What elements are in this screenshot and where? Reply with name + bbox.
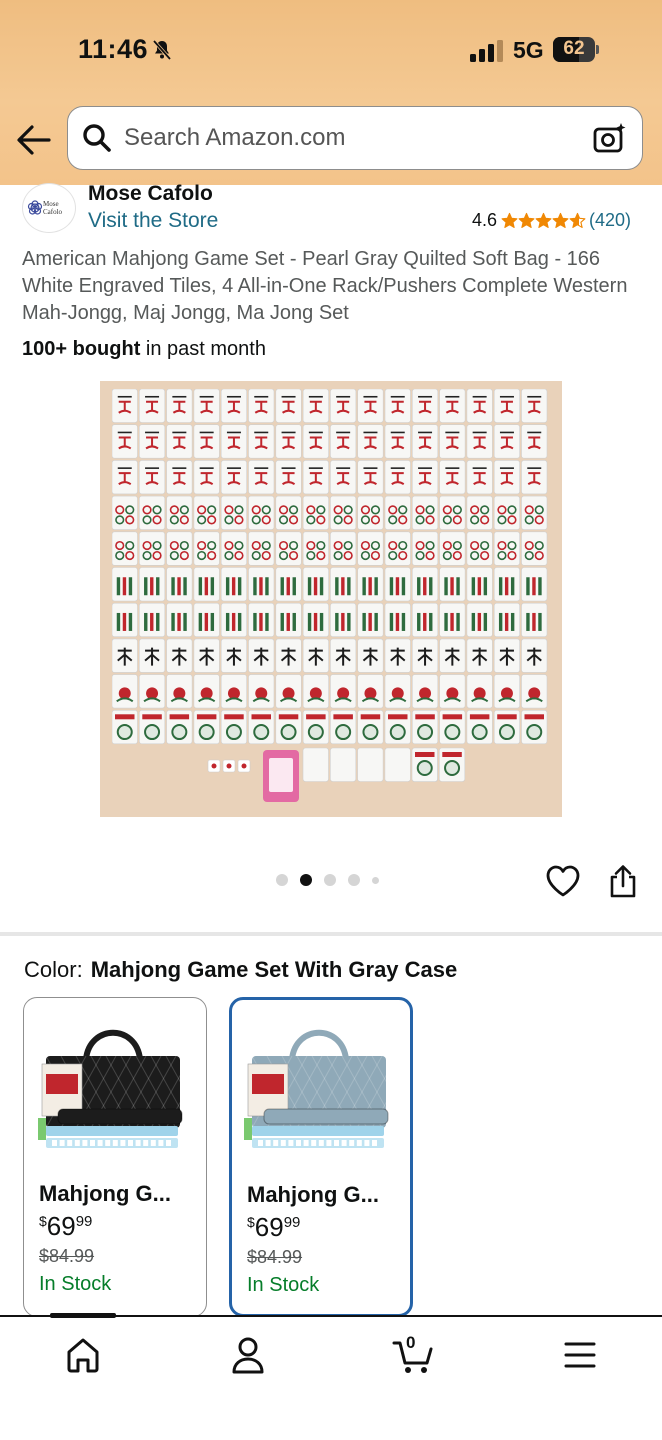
mahjong-tiles-illustration [112,389,548,802]
header: 11:46 5G 62 [0,0,662,185]
image-carousel-dots[interactable] [276,874,391,886]
cart-button[interactable]: 0 [392,1333,436,1375]
color-selector-label: Color: Mahjong Game Set With Gray Case [24,957,457,983]
carousel-dot[interactable] [372,876,379,884]
variant-price: $6999 [247,1212,301,1242]
carousel-dot[interactable] [276,874,288,886]
brand-logo[interactable]: Mose Cafolo Mose Cafolo [22,183,76,233]
star-rating [501,212,586,229]
signal-icon [470,40,503,62]
rating-value: 4.6 [472,210,498,230]
visit-store-link[interactable]: Visit the Store [88,209,218,233]
active-tab-indicator [50,1313,116,1318]
variant-stock: In Stock [247,1274,320,1296]
search-input[interactable] [124,119,574,157]
product-title: American Mahjong Game Set - Pearl Gray Q… [22,248,628,324]
variant-card-gray[interactable]: Mahjong G... $6999 $84.99 In Stock [229,997,413,1317]
variant-price: $6999 [39,1211,93,1241]
variant-list-price: $84.99 [247,1247,303,1267]
carousel-dot[interactable] [300,874,312,886]
battery-percent: 62 [563,38,585,59]
section-divider [0,932,662,936]
account-icon[interactable] [226,1335,270,1375]
menu-icon[interactable] [558,1335,602,1375]
variant-stock: In Stock [39,1273,112,1295]
variant-name: Mahjong G... [39,1181,171,1206]
camera-search-icon[interactable] [593,122,627,154]
svg-text:Cafolo: Cafolo [43,208,63,216]
back-arrow-icon[interactable] [16,124,52,156]
search-bar[interactable] [67,106,643,170]
carousel-dot[interactable] [348,874,360,886]
svg-text:Mose: Mose [43,200,59,208]
product-thumbnail [244,1029,394,1148]
product-image[interactable] [100,381,562,817]
heart-icon[interactable] [545,864,581,898]
search-icon [83,124,111,152]
selected-color: Mahjong Game Set With Gray Case [90,957,458,982]
star-icon [518,212,535,229]
share-icon[interactable] [607,864,639,898]
rating-summary[interactable]: 4.6 (420) [472,210,631,231]
brand-logo-mark: Mose Cafolo Mose Cafolo [27,200,63,216]
star-icon [535,212,552,229]
variant-card-black[interactable]: Mahjong G... $6999 $84.99 In Stock [23,997,207,1317]
product-thumbnail [38,1029,188,1148]
star-icon [552,212,569,229]
star-icon [569,212,586,229]
home-icon[interactable] [61,1335,105,1375]
variant-list-price: $84.99 [39,1246,95,1266]
network-type: 5G [513,37,544,63]
star-icon [501,212,518,229]
battery-icon: 62 [553,37,599,62]
variant-name: Mahjong G... [247,1182,379,1207]
bought-count: 100+ bought in past month [22,338,266,361]
bottom-nav: 0 [0,1313,662,1440]
cart-count: 0 [406,1333,416,1352]
brand-name: Mose Cafolo [88,182,213,205]
color-label: Color: [24,957,83,982]
carousel-dot[interactable] [324,874,336,886]
status-time: 11:46 [78,34,149,64]
bell-slash-icon [152,39,172,61]
review-count[interactable]: (420) [589,210,631,231]
bought-bold: 100+ bought [22,338,141,360]
bought-rest: in past month [140,338,266,360]
